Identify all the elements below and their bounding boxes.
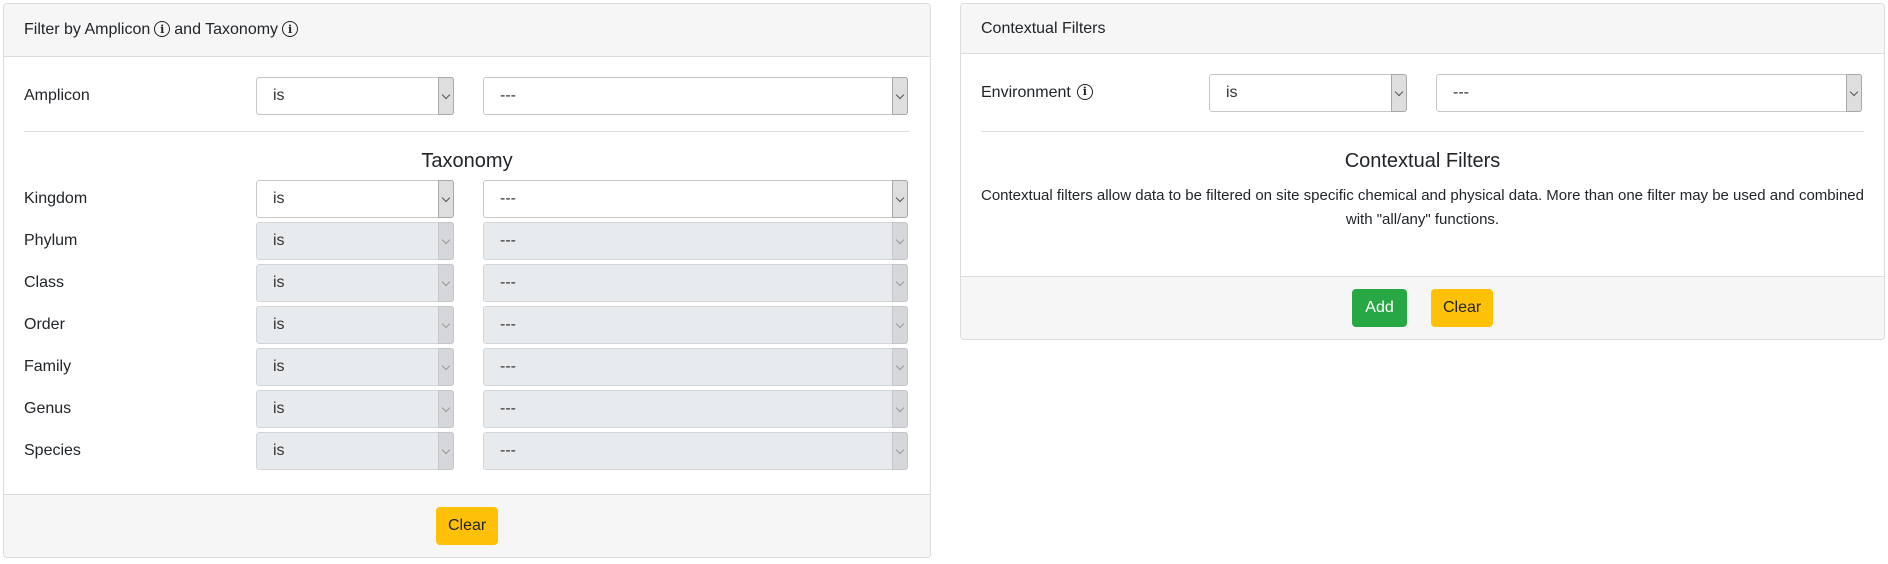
contextual-card-header: Contextual Filters	[961, 4, 1884, 54]
environment-label-group: Environment i	[981, 74, 1097, 112]
phylum-operator-select[interactable]: is	[256, 222, 454, 260]
taxonomy-row-species: Species is ---	[24, 432, 910, 470]
class-operator-select[interactable]: is	[256, 264, 454, 302]
amplicon-operator-select[interactable]: is	[256, 77, 454, 115]
species-operator-value: is	[273, 442, 285, 459]
species-value: ---	[500, 442, 516, 459]
amplicon-taxonomy-filter-card: Filter by Amplicon i and Taxonomy i Ampl…	[3, 3, 931, 558]
genus-operator-select[interactable]: is	[256, 390, 454, 428]
species-operator-select[interactable]: is	[256, 432, 454, 470]
taxonomy-row-class: Class is ---	[24, 264, 910, 302]
phylum-operator-value: is	[273, 232, 285, 249]
chevron-down-icon	[892, 390, 908, 428]
chevron-down-icon	[892, 264, 908, 302]
environment-divider	[981, 131, 1864, 132]
taxonomy-heading: Taxonomy	[421, 150, 513, 172]
environment-row: Environment i is ---	[981, 74, 1864, 112]
chevron-down-icon	[438, 390, 454, 428]
environment-info-icon[interactable]: i	[1076, 83, 1093, 100]
family-operator-select[interactable]: is	[256, 348, 454, 386]
amplicon-value-select[interactable]: ---	[483, 77, 908, 115]
contextual-description: Contextual filters allow data to be filt…	[981, 187, 1864, 228]
environment-operator-value: is	[1226, 84, 1238, 101]
chevron-down-icon	[438, 77, 454, 115]
chevron-down-icon	[438, 348, 454, 386]
order-value-select[interactable]: ---	[483, 306, 908, 344]
contextual-section-title: Contextual Filters	[1344, 150, 1501, 172]
chevron-down-icon	[1391, 74, 1407, 112]
left-card-footer: Clear	[4, 494, 930, 557]
chevron-down-icon	[438, 264, 454, 302]
family-value-select[interactable]: ---	[483, 348, 908, 386]
chevron-down-icon	[438, 222, 454, 260]
clear-taxonomy-button[interactable]: Clear	[436, 507, 498, 545]
taxonomy-label: Phylum	[24, 232, 78, 249]
chevron-down-icon	[892, 77, 908, 115]
class-value: ---	[500, 274, 516, 291]
amplicon-info-icon[interactable]: i	[154, 21, 171, 37]
environment-value: ---	[1453, 84, 1469, 101]
taxonomy-label: Kingdom	[24, 190, 88, 207]
phylum-value: ---	[500, 232, 516, 249]
taxonomy-label: Genus	[24, 400, 72, 417]
header-text-part1: Filter by Amplicon	[24, 21, 151, 38]
kingdom-operator-select[interactable]: is	[256, 180, 454, 218]
taxonomy-label: Species	[24, 442, 81, 459]
amplicon-label: Amplicon	[24, 87, 90, 104]
chevron-down-icon	[892, 306, 908, 344]
taxonomy-row-phylum: Phylum is ---	[24, 222, 910, 260]
contextual-card-title: Contextual Filters	[981, 19, 1106, 37]
contextual-filters-card: Contextual Filters Environment i is --- C…	[960, 3, 1885, 340]
header-text-part2: and Taxonomy	[174, 21, 279, 38]
environment-label: Environment	[981, 84, 1071, 101]
clear-contextual-button[interactable]: Clear	[1431, 289, 1493, 327]
environment-operator-select[interactable]: is	[1209, 74, 1407, 112]
chevron-down-icon	[438, 432, 454, 470]
taxonomy-row-family: Family is ---	[24, 348, 910, 386]
phylum-value-select[interactable]: ---	[483, 222, 908, 260]
taxonomy-row-order: Order is ---	[24, 306, 910, 344]
amplicon-value: ---	[500, 87, 516, 104]
chevron-down-icon	[892, 222, 908, 260]
amplicon-operator-value: is	[273, 87, 285, 104]
kingdom-value: ---	[500, 190, 516, 207]
environment-value-select[interactable]: ---	[1436, 74, 1862, 112]
genus-value: ---	[500, 400, 516, 417]
amplicon-row: Amplicon is ---	[24, 77, 910, 115]
chevron-down-icon	[438, 306, 454, 344]
right-card-footer: Add Clear	[961, 276, 1884, 339]
genus-value-select[interactable]: ---	[483, 390, 908, 428]
taxonomy-row-genus: Genus is ---	[24, 390, 910, 428]
taxonomy-label: Class	[24, 274, 65, 291]
taxonomy-label: Order	[24, 316, 65, 333]
chevron-down-icon	[1846, 74, 1862, 112]
chevron-down-icon	[892, 180, 908, 218]
genus-operator-value: is	[273, 400, 285, 417]
amplicon-taxonomy-card-header: Filter by Amplicon i and Taxonomy i	[4, 4, 930, 57]
order-value: ---	[500, 316, 516, 333]
order-operator-select[interactable]: is	[256, 306, 454, 344]
chevron-down-icon	[438, 180, 454, 218]
chevron-down-icon	[892, 348, 908, 386]
kingdom-operator-value: is	[273, 190, 285, 207]
class-value-select[interactable]: ---	[483, 264, 908, 302]
order-operator-value: is	[273, 316, 285, 333]
chevron-down-icon	[892, 432, 908, 470]
taxonomy-label: Family	[24, 358, 72, 375]
taxonomy-row-kingdom: Kingdom is ---	[24, 180, 910, 218]
add-contextual-filter-button[interactable]: Add	[1352, 289, 1407, 327]
family-value: ---	[500, 358, 516, 375]
species-value-select[interactable]: ---	[483, 432, 908, 470]
kingdom-value-select[interactable]: ---	[483, 180, 908, 218]
class-operator-value: is	[273, 274, 285, 291]
taxonomy-info-icon[interactable]: i	[282, 21, 299, 37]
family-operator-value: is	[273, 358, 285, 375]
amplicon-divider	[24, 131, 910, 132]
